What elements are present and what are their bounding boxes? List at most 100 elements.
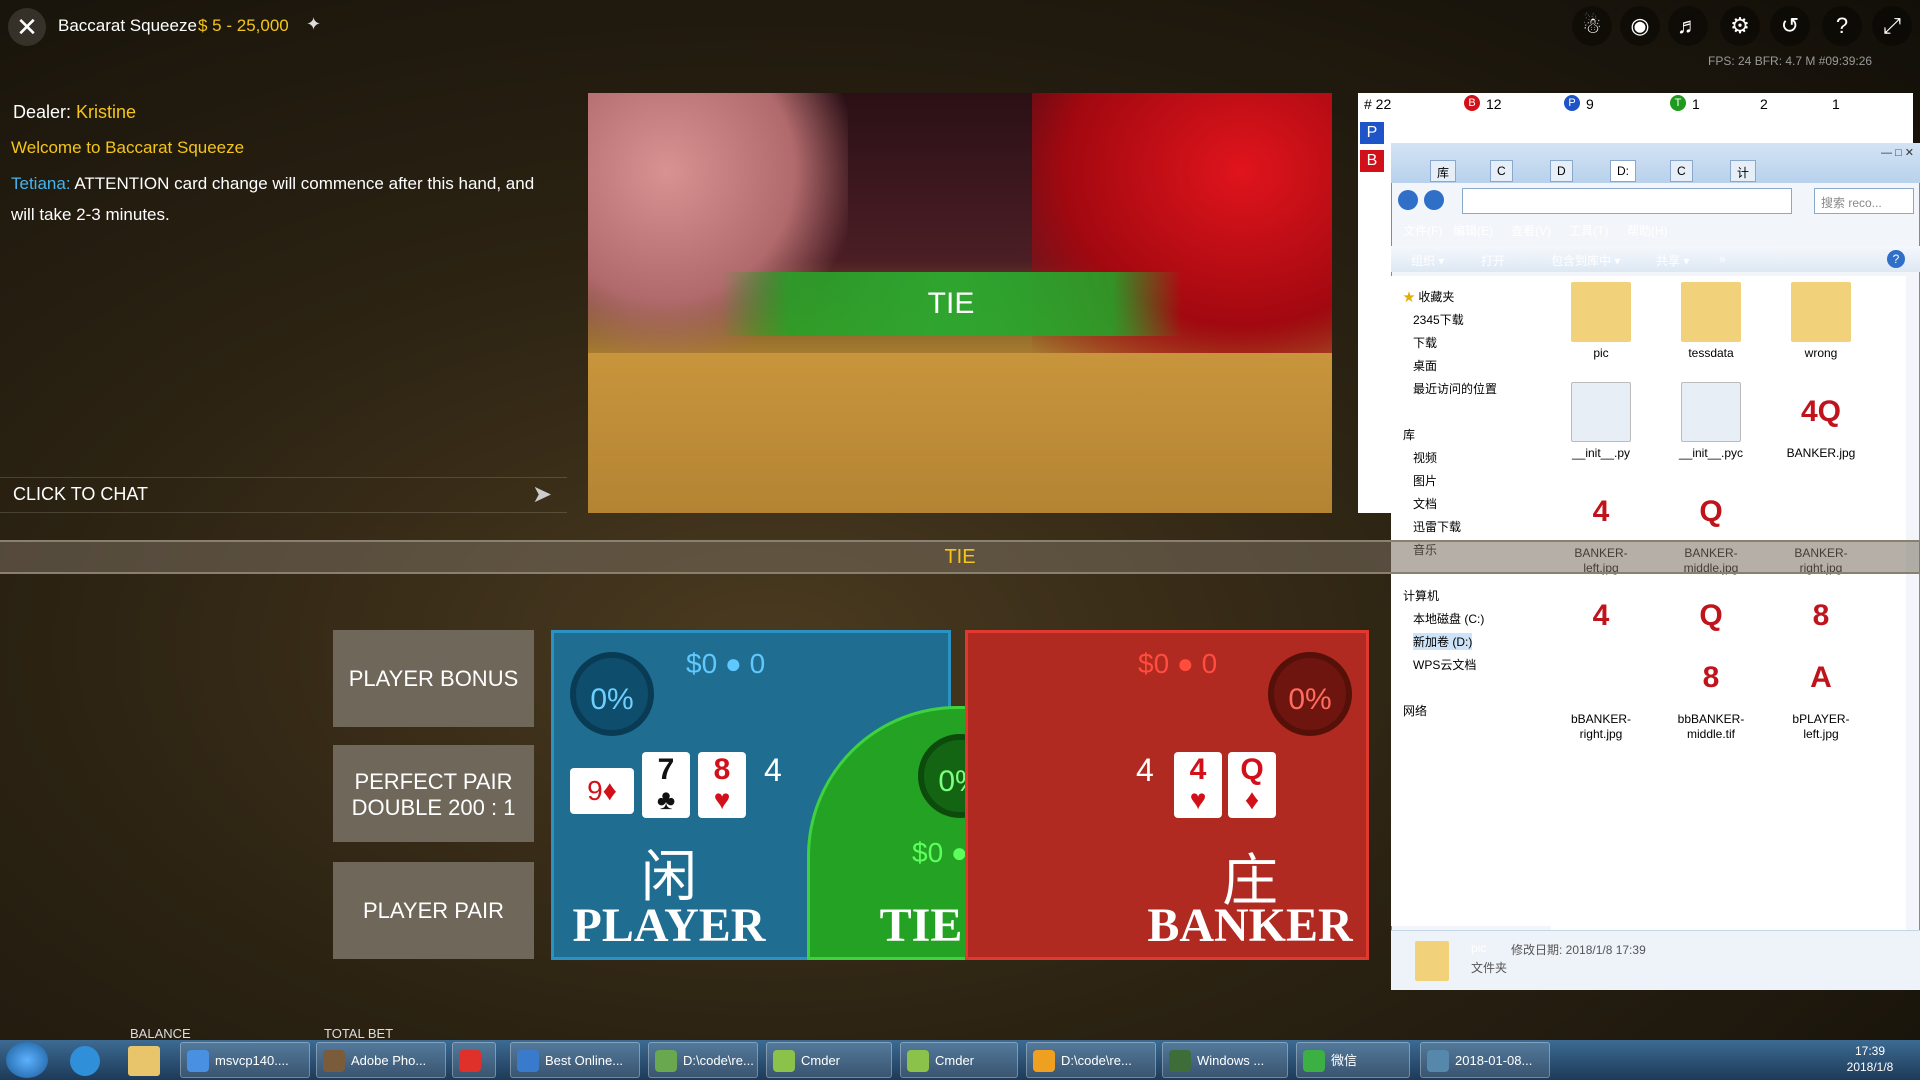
open-button[interactable]: 打开 bbox=[1481, 252, 1505, 269]
search-input[interactable]: 搜索 reco... bbox=[1814, 188, 1914, 214]
window-controls-icon[interactable]: — □ ✕ bbox=[1826, 146, 1914, 160]
file-item[interactable]: 4Q BANKER.jpg bbox=[1781, 382, 1861, 461]
file-name: bPLAYER-left.jpg bbox=[1792, 712, 1850, 741]
nav-computer[interactable]: 计算机 bbox=[1403, 587, 1439, 604]
settings-icon[interactable]: ⚙ bbox=[1720, 6, 1760, 46]
nav-library[interactable]: 库 bbox=[1403, 426, 1415, 443]
taskbar-item[interactable]: Cmder bbox=[900, 1042, 1018, 1078]
clock-date: 2018/1/8 bbox=[1846, 1060, 1894, 1074]
system-clock[interactable]: 17:39 2018/1/8 bbox=[1830, 1043, 1910, 1075]
history-icon[interactable]: ↺ bbox=[1770, 6, 1810, 46]
help-icon[interactable]: ? bbox=[1887, 250, 1905, 268]
back-icon[interactable] bbox=[1398, 190, 1418, 210]
file-item[interactable]: pic bbox=[1561, 282, 1641, 361]
file-grid[interactable]: pic tessdata wrong __init__.py __init__.pyc 4… bbox=[1551, 276, 1906, 936]
more-button[interactable]: » bbox=[1719, 252, 1726, 266]
taskbar-item[interactable]: Best Online... bbox=[510, 1042, 640, 1078]
image-file-icon: 4 bbox=[1571, 482, 1631, 542]
banker-percent: 0% bbox=[1268, 652, 1352, 736]
explorer-tab[interactable]: 库 bbox=[1430, 160, 1457, 182]
include-library-button[interactable]: 包含到库中 ▾ bbox=[1551, 252, 1620, 269]
player-bonus-bet[interactable]: PLAYER BONUS bbox=[333, 630, 534, 727]
taskbar-item[interactable]: Windows ... bbox=[1162, 1042, 1288, 1078]
nav-network[interactable]: 网络 bbox=[1403, 702, 1427, 719]
menu-tools[interactable]: 工具(T) bbox=[1569, 222, 1629, 239]
video-icon[interactable]: ◉ bbox=[1620, 6, 1660, 46]
nav-item[interactable]: 最近访问的位置 bbox=[1413, 380, 1497, 397]
share-button[interactable]: 共享 ▾ bbox=[1656, 252, 1689, 269]
taskbar-item-label: 2018-01-08... bbox=[1455, 1053, 1533, 1068]
nav-item[interactable]: 本地磁盘 (C:) bbox=[1413, 610, 1484, 627]
python-file-icon bbox=[1571, 382, 1631, 442]
nav-item[interactable]: 视频 bbox=[1413, 449, 1437, 466]
pin-icon[interactable]: ✦ bbox=[306, 14, 321, 35]
accessibility-icon[interactable]: ☃ bbox=[1572, 6, 1612, 46]
taskbar-item[interactable]: 微信 bbox=[1296, 1042, 1410, 1078]
click-to-chat[interactable]: CLICK TO CHAT bbox=[13, 484, 148, 505]
image-file-icon: 8 bbox=[1791, 586, 1851, 646]
app-icon bbox=[1169, 1050, 1191, 1072]
explorer-tab[interactable]: C bbox=[1490, 160, 1513, 182]
taskbar-item[interactable]: msvcp140.... bbox=[180, 1042, 310, 1078]
taskbar-item[interactable] bbox=[452, 1042, 496, 1078]
nav-item[interactable]: 迅雷下载 bbox=[1413, 518, 1461, 535]
dealer-prefix: Dealer: bbox=[13, 102, 77, 122]
tie-marker-icon: T bbox=[1670, 95, 1686, 111]
nav-item[interactable]: WPS云文档 bbox=[1413, 656, 1476, 673]
nav-item[interactable]: 桌面 bbox=[1413, 357, 1437, 374]
explorer-tab[interactable]: 计 bbox=[1730, 160, 1757, 182]
taskbar-item-label: 微信 bbox=[1331, 1053, 1358, 1068]
send-icon[interactable]: ➤ bbox=[532, 480, 552, 509]
help-icon[interactable]: ? bbox=[1822, 6, 1862, 46]
organize-button[interactable]: 组织 ▾ bbox=[1411, 252, 1444, 269]
player-predict-button[interactable]: P bbox=[1360, 122, 1384, 144]
start-button[interactable] bbox=[6, 1042, 48, 1078]
close-button[interactable]: ✕ bbox=[8, 8, 46, 46]
nav-item-selected[interactable]: 新加卷 (D:) bbox=[1413, 633, 1473, 650]
file-item[interactable]: tessdata bbox=[1671, 282, 1751, 361]
file-item[interactable]: AbPLAYER-left.jpg bbox=[1781, 648, 1861, 742]
explorer-tab[interactable]: D bbox=[1550, 160, 1573, 182]
banker-wins: 12 bbox=[1486, 96, 1502, 112]
player-marker-icon: P bbox=[1564, 95, 1580, 111]
taskbar-item[interactable]: Adobe Pho... bbox=[316, 1042, 446, 1078]
card-suit: ♥ bbox=[713, 784, 731, 815]
explorer-icon[interactable] bbox=[128, 1046, 160, 1076]
taskbar-item[interactable]: D:\code\re... bbox=[1026, 1042, 1156, 1078]
explorer-tab-active[interactable]: D: bbox=[1610, 160, 1636, 182]
file-item[interactable]: 8 bbBANKER-middle.tif bbox=[1671, 648, 1751, 742]
menu-view[interactable]: 查看(V) bbox=[1511, 222, 1571, 239]
file-item[interactable]: __init__.py bbox=[1561, 382, 1641, 461]
nav-item[interactable]: 图片 bbox=[1413, 472, 1437, 489]
app-icon bbox=[773, 1050, 795, 1072]
taskbar-item[interactable]: Cmder bbox=[766, 1042, 892, 1078]
nav-item[interactable]: 2345下载 bbox=[1413, 311, 1464, 328]
forward-icon[interactable] bbox=[1424, 190, 1444, 210]
taskbar-item-label: Adobe Pho... bbox=[351, 1053, 427, 1068]
player-pair-bet[interactable]: PLAYER PAIR bbox=[333, 862, 534, 959]
taskbar-item[interactable]: 2018-01-08... bbox=[1420, 1042, 1550, 1078]
ie-icon[interactable] bbox=[70, 1046, 100, 1076]
menu-edit[interactable]: 编辑(E) bbox=[1453, 222, 1513, 239]
menu-help[interactable]: 帮助(H) bbox=[1627, 222, 1687, 239]
taskbar-item[interactable]: D:\code\re... bbox=[648, 1042, 758, 1078]
nav-item[interactable]: 下载 bbox=[1413, 334, 1437, 351]
nav-item[interactable]: 文档 bbox=[1413, 495, 1437, 512]
nav-favorites[interactable]: ★ 收藏夹 bbox=[1403, 288, 1454, 305]
banker-predict-button[interactable]: B bbox=[1360, 150, 1384, 172]
player-percent: 0% bbox=[570, 652, 654, 736]
round-count: # 22 bbox=[1364, 96, 1392, 112]
fullscreen-icon[interactable]: ⤢ bbox=[1872, 6, 1912, 46]
perfect-pair-bet[interactable]: PERFECT PAIR DOUBLE 200 : 1 bbox=[333, 745, 534, 842]
explorer-tab[interactable]: C bbox=[1670, 160, 1693, 182]
volume-icon[interactable]: ♬ bbox=[1668, 6, 1708, 46]
file-item[interactable]: wrong bbox=[1781, 282, 1861, 361]
navigation-pane[interactable]: ★ 收藏夹 2345下载 下载 桌面 最近访问的位置 库 视频 图片 文档 迅雷… bbox=[1391, 276, 1551, 926]
image-file-icon: Q bbox=[1681, 482, 1741, 542]
file-item[interactable]: bBANKER-right.jpg bbox=[1561, 648, 1641, 742]
table-limits: $ 5 - 25,000 bbox=[198, 16, 289, 35]
file-item[interactable]: __init__.pyc bbox=[1671, 382, 1751, 461]
taskbar-item-label: Cmder bbox=[801, 1053, 841, 1068]
address-bar[interactable]: « code › recognizepic › bbox=[1462, 188, 1792, 214]
chat-message: Tetiana: ATTENTION card change will comm… bbox=[11, 168, 551, 230]
